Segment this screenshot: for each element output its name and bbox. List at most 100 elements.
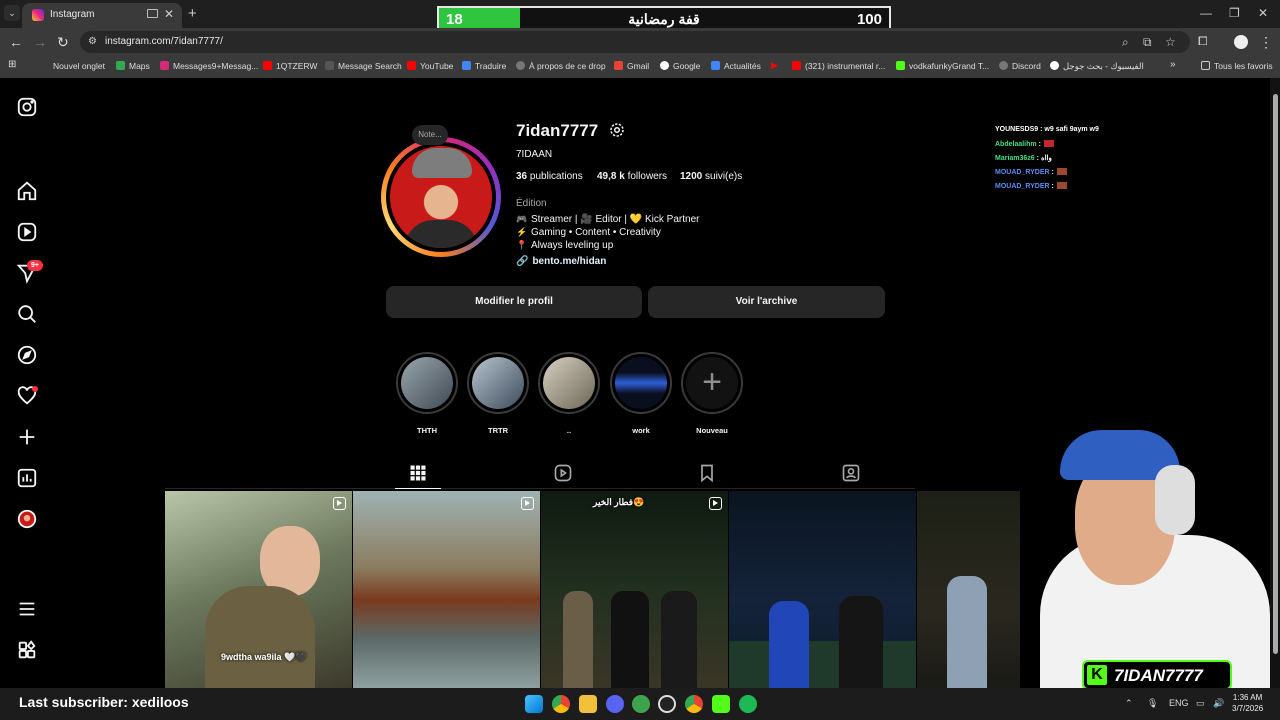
close-tab-icon[interactable]: ✕: [164, 7, 174, 21]
bookmark-item[interactable]: Nouvel onglet: [53, 61, 105, 71]
extensions-icon[interactable]: ⧠: [1198, 34, 1208, 49]
channel-name: 7IDAN7777: [1114, 666, 1203, 685]
more-menu-icon[interactable]: [16, 598, 38, 620]
obs-icon[interactable]: [658, 695, 676, 713]
note-bubble[interactable]: Note...: [412, 125, 448, 145]
post-caption: فطار الخير😍: [593, 497, 645, 507]
reel-icon: [709, 497, 722, 510]
edit-profile-button[interactable]: Modifier le profil: [386, 286, 642, 318]
reels-icon[interactable]: [16, 221, 38, 243]
following-count[interactable]: 1200 suivi(e)s: [680, 171, 742, 182]
profile-picture[interactable]: [390, 146, 492, 248]
post-thumbnail[interactable]: 9wdtha wa9ila 🤍🖤: [165, 491, 352, 688]
discord-icon[interactable]: [606, 695, 624, 713]
bookmark-item[interactable]: Maps: [116, 61, 150, 71]
microphone-icon[interactable]: 🎙: [1147, 698, 1158, 709]
bookmark-star-icon[interactable]: ☆: [1165, 35, 1176, 49]
also-from-meta-icon[interactable]: [16, 639, 38, 661]
bookmark-item[interactable]: Traduire: [462, 61, 506, 71]
explore-icon[interactable]: [16, 344, 38, 366]
app-icon[interactable]: [632, 695, 650, 713]
tab-search-button[interactable]: ⌄: [4, 5, 20, 21]
bookmark-item[interactable]: Gmail: [614, 61, 649, 71]
tab-saved-icon[interactable]: [697, 463, 717, 483]
kick-icon[interactable]: [712, 695, 730, 713]
close-window-icon[interactable]: ✕: [1258, 6, 1268, 20]
bookmark-item[interactable]: Messages9+Messag...: [160, 61, 258, 71]
bookmark-item[interactable]: Discord: [999, 61, 1041, 71]
profile-link[interactable]: 🔗 bento.me/hidan: [516, 256, 606, 267]
post-thumbnail[interactable]: [353, 491, 540, 688]
search-icon[interactable]: [16, 303, 38, 325]
bookmark-item[interactable]: YouTube: [407, 61, 453, 71]
menu-kebab-icon[interactable]: ⋮: [1259, 34, 1273, 51]
reload-icon[interactable]: ↻: [57, 34, 69, 51]
chrome-active-icon[interactable]: [685, 695, 703, 713]
scrollbar-thumb[interactable]: [1273, 94, 1278, 654]
all-bookmarks-folder[interactable]: Tous les favoris: [1201, 61, 1273, 71]
omnibox[interactable]: ⚙ instagram.com/7idan7777/ ⌕ ⧉ ☆: [80, 31, 1190, 53]
url-text[interactable]: instagram.com/7idan7777/: [105, 36, 223, 47]
chat-message: MOUAD_RYDER :: [995, 182, 1067, 190]
bookmark-item[interactable]: الفيسبوك - بحث جوجل: [1050, 61, 1144, 72]
profile-avatar-icon[interactable]: [16, 508, 38, 530]
bio-line: 🎮 Streamer | 🎥 Editor | 💛 Kick Partner: [516, 214, 700, 225]
browser-tab[interactable]: Instagram ✕: [22, 3, 182, 28]
back-icon[interactable]: ←: [9, 34, 23, 50]
chrome-icon[interactable]: [552, 695, 570, 713]
chat-message: Abdelaalihm :: [995, 140, 1054, 148]
restore-icon[interactable]: ❐: [1229, 6, 1240, 20]
youtube-icon[interactable]: ▶: [771, 60, 778, 71]
more-bookmarks-icon[interactable]: »: [1170, 59, 1176, 70]
zoom-icon[interactable]: ⌕: [1122, 35, 1129, 50]
flag-icon: [1043, 140, 1054, 147]
story-highlight[interactable]: THTH: [396, 352, 458, 435]
bookmark-item[interactable]: Google: [660, 61, 700, 71]
system-clock[interactable]: 1:36 AM 3/7/2026: [1232, 692, 1263, 714]
language-indicator[interactable]: ENG: [1169, 698, 1189, 708]
network-icon[interactable]: ▭: [1196, 698, 1205, 709]
volume-icon[interactable]: 🔊: [1213, 698, 1224, 709]
story-highlight[interactable]: TRTR: [467, 352, 529, 435]
instagram-logo-icon[interactable]: [16, 96, 38, 118]
bookmark-item[interactable]: Actualités: [711, 61, 761, 71]
post-thumbnail[interactable]: [729, 491, 916, 688]
profile-avatar-icon[interactable]: [1234, 35, 1248, 49]
highlight-label: Nouveau: [696, 426, 728, 435]
story-highlight[interactable]: work: [610, 352, 672, 435]
tab-tagged-icon[interactable]: [841, 463, 861, 483]
bookmark-item[interactable]: 1QTZERW: [263, 61, 317, 71]
followers-count[interactable]: 49,8 k followers: [597, 171, 667, 182]
instagram-page: 9+ Note... 7idan7777 7IDAAN 36 publicati…: [0, 78, 1270, 688]
install-icon[interactable]: ⧉: [1143, 35, 1152, 50]
site-info-icon[interactable]: ⚙: [88, 36, 100, 47]
spotify-icon[interactable]: [739, 695, 757, 713]
bookmark-item[interactable]: (321) instrumental r...: [792, 61, 885, 71]
plus-icon: +: [686, 357, 738, 409]
bookmark-item[interactable]: Message Search: [325, 61, 402, 71]
bookmark-item[interactable]: vodkafunkyGrand T...: [896, 61, 989, 71]
new-tab-button[interactable]: +: [188, 5, 197, 22]
post-thumbnail[interactable]: فطار الخير😍: [541, 491, 728, 688]
file-explorer-icon[interactable]: [579, 695, 597, 713]
bookmark-item[interactable]: À propos de ce drop: [516, 61, 606, 71]
view-archive-button[interactable]: Voir l'archive: [648, 286, 885, 318]
home-icon[interactable]: [16, 180, 38, 202]
new-highlight-button[interactable]: + Nouveau: [681, 352, 743, 435]
create-plus-icon[interactable]: [16, 426, 38, 448]
tray-chevron-icon[interactable]: ⌃: [1125, 698, 1133, 709]
forward-icon[interactable]: →: [33, 34, 47, 50]
story-highlight[interactable]: ..: [538, 352, 600, 435]
screenshot-icon[interactable]: [147, 9, 158, 18]
tab-posts-grid-icon[interactable]: [408, 463, 428, 483]
minimize-icon[interactable]: —: [1200, 6, 1212, 20]
tab-reels-icon[interactable]: [553, 463, 573, 483]
dashboard-icon[interactable]: [16, 467, 38, 489]
post-thumbnail[interactable]: [917, 491, 1020, 688]
messages-badge: 9+: [27, 260, 43, 271]
settings-gear-icon[interactable]: [608, 121, 626, 139]
page-scrollbar[interactable]: [1270, 78, 1280, 688]
profile-picture-story-ring[interactable]: [381, 137, 501, 257]
start-menu-icon[interactable]: [525, 695, 543, 713]
apps-grid-icon[interactable]: ⊞: [8, 59, 16, 70]
